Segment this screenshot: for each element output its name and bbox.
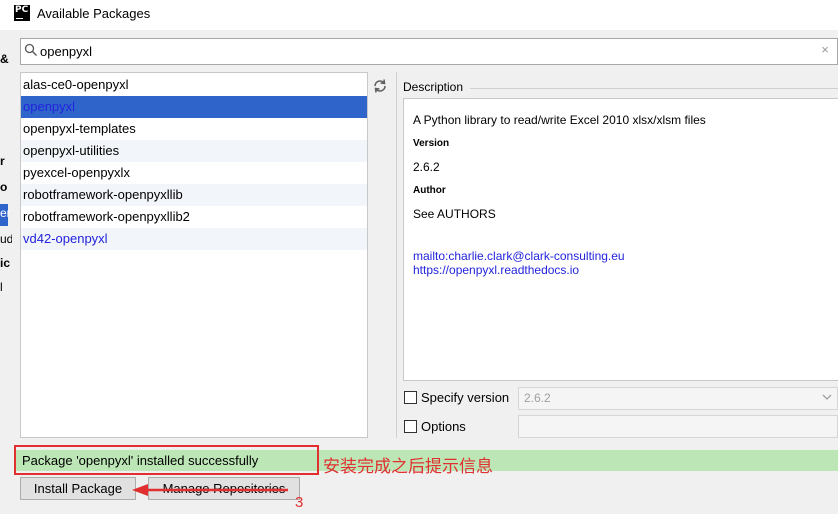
background-text: ic [0,256,11,270]
version-label: Version [413,138,450,149]
background-text: o [0,180,8,194]
search-icon [24,43,37,56]
background-text: er [0,206,11,220]
package-item-openpyxl[interactable]: openpyxl [21,96,367,118]
background-text: l [0,280,3,294]
docs-link[interactable]: https://openpyxl.readthedocs.io [413,263,579,277]
package-item-robotframework-openpyxllib2[interactable]: robotframework-openpyxllib2 [21,206,367,228]
specify-version-checkbox[interactable] [404,391,417,404]
separator [470,88,838,89]
package-list[interactable]: alas-ce0-openpyxl openpyxl openpyxl-temp… [20,72,368,438]
panel-divider[interactable] [396,72,397,438]
specify-version-label: Specify version [421,390,510,405]
status-message: Package 'openpyxl' installed successfull… [22,453,259,468]
options-input[interactable] [518,415,838,438]
description-panel [403,98,838,381]
list-toolbar [368,72,394,438]
clear-search-icon[interactable]: × [818,42,832,58]
reload-list-icon[interactable] [372,78,388,94]
package-summary: A Python library to read/write Excel 201… [413,113,706,127]
version-value: 2.6.2 [413,160,440,174]
options-checkbox[interactable] [404,420,417,433]
author-label: Author [413,185,446,196]
author-email-link[interactable]: mailto:charlie.clark@clark-consulting.eu [413,249,625,263]
package-item-vd42-openpyxl[interactable]: vd42-openpyxl [21,228,367,250]
package-item-openpyxl-utilities[interactable]: openpyxl-utilities [21,140,367,162]
background-text: r [0,154,5,168]
package-item-alas-ce0-openpyxl[interactable]: alas-ce0-openpyxl [21,74,367,96]
install-package-button[interactable]: Install Package [20,477,136,500]
annotation-note: 安装完成之后提示信息 [323,457,493,477]
description-header: Description [403,80,464,94]
search-input[interactable] [40,41,800,61]
author-value: See AUTHORS [413,207,496,221]
pycharm-logo-icon: PC [14,5,30,21]
annotation-arrow-icon [132,484,288,496]
window-title: Available Packages [37,6,151,21]
package-item-robotframework-openpyxllib[interactable]: robotframework-openpyxllib [21,184,367,206]
annotation-step-number: 3 [295,494,304,511]
chevron-down-icon[interactable] [820,390,834,404]
package-item-openpyxl-templates[interactable]: openpyxl-templates [21,118,367,140]
version-select[interactable] [518,387,838,410]
options-label: Options [421,419,466,434]
package-item-pyexcel-openpyxlx[interactable]: pyexcel-openpyxlx [21,162,367,184]
background-window-sliver: & r o er ud ic l [0,30,12,514]
background-text: ud [0,232,12,246]
background-text: & [0,52,9,66]
version-select-value: 2.6.2 [524,391,551,405]
